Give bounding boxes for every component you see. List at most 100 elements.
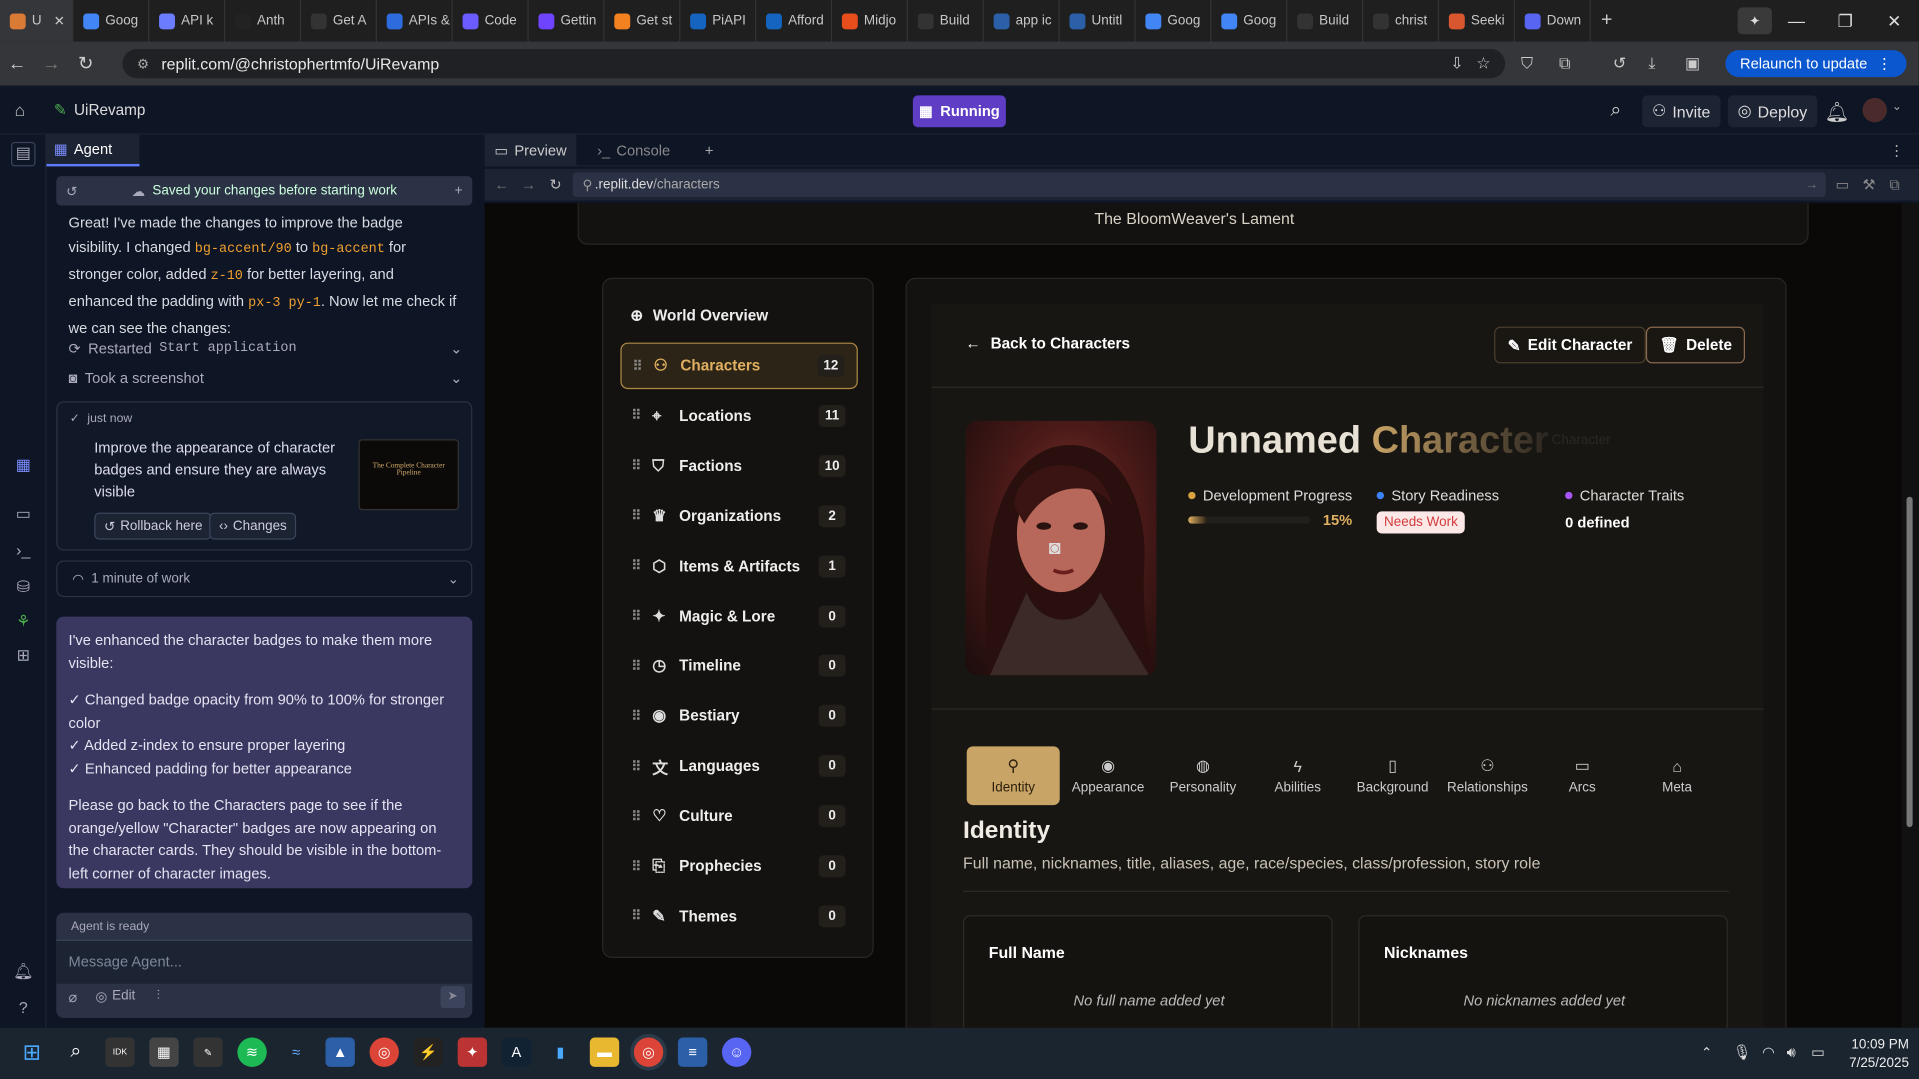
preview-forward-icon[interactable]: → <box>521 176 536 193</box>
nav-item-languages[interactable]: ⠿ 文 Languages 0 <box>620 743 857 789</box>
drag-handle-icon[interactable]: ⠿ <box>620 508 652 524</box>
new-tab-button[interactable]: + <box>1591 10 1623 32</box>
relaunch-button[interactable]: Relaunch to update ⋮ <box>1725 50 1907 78</box>
character-portrait[interactable]: ◙ <box>965 420 1157 676</box>
extensions-puzzle-icon[interactable]: ⧉ <box>1559 54 1570 74</box>
preview-url[interactable]: ⚲ .replit.dev/characters → <box>572 172 1826 197</box>
browser-tab[interactable]: U ✕ <box>0 0 74 42</box>
chrome-active-icon[interactable]: ◎ <box>633 1037 664 1067</box>
browser-tab[interactable]: christ <box>1363 0 1440 42</box>
app-icon[interactable]: ▮ <box>546 1038 575 1067</box>
nav-item-characters[interactable]: ⠿ ⚇ Characters 12 <box>620 342 858 390</box>
changes-button[interactable]: ‹› Changes <box>209 512 297 540</box>
browser-tab[interactable]: API k <box>149 0 226 42</box>
chrome-icon[interactable]: ◎ <box>369 1037 399 1067</box>
devtools-icon[interactable]: ⚒ <box>1862 176 1875 193</box>
drag-handle-icon[interactable]: ⠿ <box>620 658 652 674</box>
delete-button[interactable]: 🗑︎ Delete <box>1645 326 1746 364</box>
notepad-icon[interactable]: ≡ <box>677 1037 708 1067</box>
preview-reload-icon[interactable]: ↻ <box>549 176 561 193</box>
tab-abilities[interactable]: ϟ Abilities <box>1251 746 1344 805</box>
browser-tab[interactable]: Midjo <box>832 0 908 42</box>
help-icon[interactable]: ? <box>12 998 34 1020</box>
secrets-icon[interactable]: ⚘ <box>12 612 34 634</box>
clock[interactable]: 10:09 PM 7/25/2025 <box>1843 1038 1909 1071</box>
tab-meta[interactable]: ⌂ Meta <box>1631 746 1724 805</box>
help-bell-icon[interactable]: 🔔︎ <box>12 962 34 984</box>
open-arrow-icon[interactable]: → <box>1805 177 1818 192</box>
drag-handle-icon[interactable]: ⠿ <box>620 608 652 624</box>
browser-tab[interactable]: Seeki <box>1439 0 1515 42</box>
database-icon[interactable]: ⛁ <box>12 577 34 599</box>
battery-icon[interactable]: ▭ <box>1811 1044 1825 1061</box>
browser-tab[interactable]: Gettin <box>529 0 605 42</box>
browser-tab[interactable]: Anth <box>225 0 302 42</box>
nav-item-magic-lore[interactable]: ⠿ ✦ Magic & Lore 0 <box>620 593 857 639</box>
tray-chevron-icon[interactable]: ⌃ <box>1701 1045 1712 1061</box>
deploy-button[interactable]: ◎ Deploy <box>1727 95 1817 128</box>
tab-relationships[interactable]: ⚇ Relationships <box>1441 746 1534 805</box>
rollback-button[interactable]: ↺ Rollback here <box>94 512 213 540</box>
microphone-icon[interactable]: 🎙︎ <box>1733 1044 1752 1061</box>
drag-handle-icon[interactable]: ⠿ <box>622 358 654 374</box>
step-screenshot[interactable]: ◙ Took a screenshot ⌄ <box>69 365 473 392</box>
scrollbar-thumb[interactable] <box>1906 496 1913 828</box>
maximize-button[interactable]: ❐ <box>1821 0 1870 42</box>
step-restarted[interactable]: ⟳ Restarted Start application ⌄ <box>69 335 473 362</box>
browser-tab[interactable]: PiAPI <box>680 0 757 42</box>
drag-handle-icon[interactable]: ⠿ <box>620 708 652 724</box>
site-info-icon[interactable]: ⚙ <box>137 56 149 72</box>
app-icon[interactable]: ≈ <box>281 1038 310 1067</box>
device-icon[interactable]: ▭ <box>1836 176 1850 193</box>
browser-tab[interactable]: Build <box>1287 0 1364 42</box>
all-tools-icon[interactable]: ⊞ <box>12 646 34 668</box>
send-button[interactable]: ➤ <box>440 986 466 1009</box>
user-avatar[interactable] <box>1862 97 1887 123</box>
address-bar[interactable]: ⚙ replit.com/@christophertmfo/UiRevamp ⇩… <box>122 48 1506 79</box>
photos-icon[interactable]: ▲ <box>325 1037 355 1067</box>
drag-handle-icon[interactable]: ⠿ <box>620 808 652 824</box>
nav-item-timeline[interactable]: ⠿ ◷ Timeline 0 <box>620 643 857 689</box>
forward-arrow-icon[interactable]: → <box>34 53 68 74</box>
history-icon[interactable]: ↺ <box>66 183 77 199</box>
checkpoint-thumbnail[interactable]: The Complete Character Pipeline <box>358 439 459 511</box>
preview-back-icon[interactable]: ← <box>494 176 509 193</box>
app-icon[interactable]: ⚡ <box>413 1037 443 1067</box>
plus-icon[interactable]: + <box>455 184 463 199</box>
windows-start-icon[interactable]: ⊞ <box>17 1038 46 1067</box>
tab-background[interactable]: ▯ Background <box>1346 746 1439 805</box>
app-icon[interactable]: ✦ <box>457 1037 488 1067</box>
browser-tab[interactable]: Goog <box>73 0 150 42</box>
repl-name[interactable]: UiRevamp <box>74 101 145 118</box>
browser-tab[interactable]: Get st <box>605 0 681 42</box>
message-input[interactable]: Message Agent... <box>56 939 473 984</box>
edit-character-button[interactable]: ✎ Edit Character <box>1494 326 1646 364</box>
camera-icon[interactable]: ◙ <box>1049 538 1061 560</box>
tab-identity[interactable]: ⚲ Identity <box>966 746 1060 806</box>
app-icon[interactable]: ✎ <box>193 1037 223 1067</box>
wifi-icon[interactable]: ◠ <box>1762 1044 1775 1061</box>
drag-handle-icon[interactable]: ⠿ <box>620 558 652 574</box>
app-icon[interactable]: A <box>501 1037 532 1067</box>
install-app-icon[interactable]: ⇩ <box>1450 54 1463 74</box>
browser-tab[interactable]: Down <box>1515 0 1591 42</box>
invite-button[interactable]: ⚇ Invite <box>1642 95 1721 128</box>
spotify-icon[interactable]: ≋ <box>237 1037 267 1067</box>
search-icon[interactable]: ⌕ <box>1610 100 1621 122</box>
more-options-icon[interactable]: ⋮ <box>1880 135 1914 167</box>
tab-arcs[interactable]: ▭ Arcs <box>1536 746 1629 805</box>
nav-item-organizations[interactable]: ⠿ ♛ Organizations 2 <box>620 493 857 539</box>
discord-icon[interactable]: ☺ <box>721 1037 752 1067</box>
bookmark-star-icon[interactable]: ☆ <box>1476 54 1490 74</box>
edit-mode-button[interactable]: ◎ Edit <box>95 989 135 1005</box>
nav-item-items-artifacts[interactable]: ⠿ ⬡ Items & Artifacts 1 <box>620 543 857 589</box>
reload-icon[interactable]: ↻ <box>69 53 103 75</box>
tab-console[interactable]: ›_ Console <box>587 135 680 167</box>
drag-handle-icon[interactable]: ⠿ <box>620 858 652 875</box>
preview-icon[interactable]: ▭ <box>12 504 34 526</box>
agent-icon[interactable]: ▦ <box>12 455 34 477</box>
run-button[interactable]: ▦ Running <box>912 95 1006 128</box>
browser-tab[interactable]: Build <box>908 0 984 42</box>
app-icon[interactable]: ▦ <box>149 1037 179 1067</box>
new-window-icon[interactable]: ⧉ <box>1889 176 1899 194</box>
